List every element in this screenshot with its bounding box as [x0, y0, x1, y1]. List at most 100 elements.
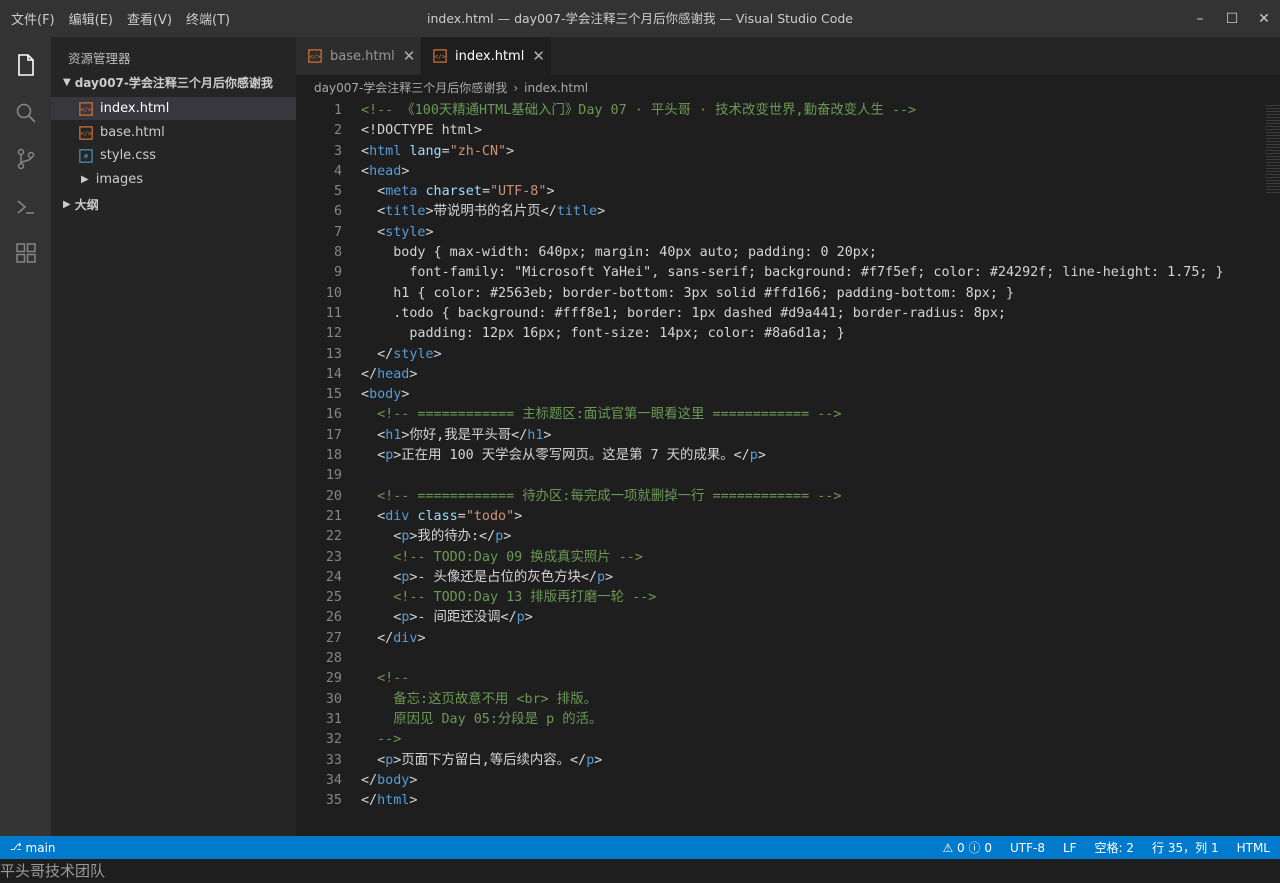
- file-item-base[interactable]: </> base.html: [51, 121, 296, 144]
- minimap[interactable]: [1266, 105, 1280, 195]
- breadcrumb-folder[interactable]: day007-学会注释三个月后你感谢我: [314, 79, 507, 96]
- code-token: <: [361, 143, 370, 159]
- code-editor[interactable]: day007-学会注释三个月后你感谢我 › index.html 1 <!-- 《…: [296, 75, 1280, 836]
- close-icon[interactable]: ✕: [403, 47, 416, 65]
- line-number: 19: [325, 468, 342, 484]
- code-token: 原因见 Day 05:分段是 p 的活。: [361, 711, 603, 727]
- code-token: <!-- 《100天精通HTML基础入门》Day 07 · 平头哥 · 技术改变…: [361, 103, 917, 118]
- code-token: -->: [361, 732, 402, 748]
- line-number: 26: [325, 610, 342, 626]
- problems-indicator[interactable]: ⚠ 0 ⓘ 0: [942, 839, 991, 856]
- line-text: <meta charset="UTF-8">: [361, 182, 554, 202]
- line-text: <p>正在用 100 天学会从零写网页。这是第 7 天的成果。</p>: [361, 446, 766, 466]
- code-token: h1 { color: #2563eb; border-bottom: 3px …: [361, 285, 1015, 301]
- cursor-position[interactable]: 行 35，列 1: [1152, 839, 1219, 856]
- code-token: >: [543, 427, 552, 443]
- svg-text:#: #: [84, 152, 89, 160]
- close-icon[interactable]: ✕: [532, 47, 545, 65]
- line-number: 9: [333, 265, 342, 281]
- tab-index-html[interactable]: </> index.html ✕: [421, 37, 551, 75]
- editor-tabs: </> base.html ✕ </> index.html ✕: [296, 37, 1280, 75]
- code-token: >: [401, 387, 410, 403]
- line-number: 12: [325, 326, 342, 342]
- encoding-indicator[interactable]: UTF-8: [1010, 841, 1045, 855]
- indent-indicator[interactable]: 空格: 2: [1095, 839, 1135, 856]
- folder-item-images[interactable]: ▶ images: [51, 168, 296, 191]
- code-token: >: [524, 610, 533, 626]
- code-token: meta: [385, 184, 418, 200]
- code-token: head: [377, 366, 410, 382]
- source-control-icon[interactable]: [0, 136, 51, 182]
- code-token: >: [417, 630, 426, 646]
- code-token: <: [361, 752, 386, 768]
- tab-base-html[interactable]: </> base.html ✕: [296, 37, 420, 75]
- line-number: 30: [325, 691, 342, 707]
- code-token: <: [361, 184, 386, 200]
- line-number: 14: [325, 366, 342, 382]
- line-text: <!-- 《100天精通HTML基础入门》Day 07 · 平头哥 · 技术改变…: [361, 101, 916, 121]
- line-number: 1: [333, 103, 342, 118]
- line-number: 22: [325, 529, 342, 545]
- title-bar: 文件(F) 编辑(E) 查看(V) 终端(T) index.html — day…: [0, 0, 1280, 37]
- branch-name[interactable]: main: [26, 841, 56, 855]
- outline-section[interactable]: ▶ 大纲: [51, 193, 296, 216]
- svg-text:</>: </>: [309, 54, 320, 61]
- code-token: >: [503, 529, 512, 545]
- line-number: 5: [333, 184, 342, 200]
- code-token: body: [377, 772, 410, 788]
- svg-text:</>: </>: [434, 54, 445, 61]
- line-number: 29: [325, 671, 342, 687]
- line-number: 7: [333, 224, 342, 240]
- code-token: style: [393, 346, 434, 362]
- eol-indicator[interactable]: LF: [1063, 841, 1077, 855]
- line-number: 13: [325, 346, 342, 362]
- line-number: 33: [325, 752, 342, 768]
- line-text: </html>: [361, 791, 417, 811]
- tab-label: base.html: [330, 48, 395, 64]
- line-text: <h1>你好,我是平头哥</h1>: [361, 426, 551, 446]
- file-item-index[interactable]: </> index.html: [51, 97, 296, 120]
- language-mode[interactable]: HTML: [1237, 841, 1270, 855]
- line-number: 20: [325, 488, 342, 504]
- code-token: >: [433, 346, 442, 362]
- code-token: >: [757, 448, 766, 464]
- line-number: 23: [325, 549, 342, 565]
- line-number: 17: [325, 427, 342, 443]
- code-token: p: [516, 610, 525, 626]
- html-file-icon: </>: [433, 49, 447, 63]
- close-window-button[interactable]: ✕: [1248, 0, 1280, 37]
- search-icon[interactable]: [0, 90, 51, 136]
- folder-root[interactable]: ▼ day007-学会注释三个月后你感谢我: [51, 71, 296, 94]
- code-token: body: [369, 387, 402, 403]
- code-token: >: [401, 163, 410, 179]
- code-token: div: [393, 630, 418, 646]
- line-text: <!-- TODO:Day 09 换成真实照片 -->: [361, 548, 643, 568]
- line-number: 25: [325, 590, 342, 606]
- line-text: 备忘:这页故意不用 <br> 排版。: [361, 690, 597, 710]
- extensions-icon[interactable]: [0, 230, 51, 276]
- chevron-right-icon: ▶: [81, 174, 89, 185]
- code-token: >正在用 100 天学会从零写网页。这是第 7 天的成果。</: [393, 448, 750, 464]
- file-item-style[interactable]: # style.css: [51, 144, 296, 167]
- code-token: <: [361, 427, 386, 443]
- svg-text:</>: </>: [80, 130, 91, 137]
- line-number: 4: [333, 163, 342, 179]
- chevron-down-icon: ▼: [63, 77, 71, 88]
- terminal-icon[interactable]: [0, 184, 51, 230]
- code-token: charset: [425, 184, 482, 200]
- explorer-icon[interactable]: [0, 42, 51, 88]
- line-number: 35: [325, 793, 342, 809]
- code-token: h1: [527, 427, 544, 443]
- line-number: 34: [325, 772, 342, 788]
- code-token: =: [441, 143, 450, 159]
- maximize-button[interactable]: ☐: [1216, 0, 1248, 37]
- code-token: >: [594, 752, 603, 768]
- minimize-button[interactable]: –: [1184, 0, 1216, 37]
- line-text: font-family: "Microsoft YaHei", sans-ser…: [361, 263, 1223, 283]
- breadcrumb-file[interactable]: index.html: [524, 81, 588, 95]
- file-name: style.css: [100, 148, 156, 163]
- outline-title: 大纲: [74, 198, 99, 212]
- code-token: <: [361, 204, 386, 220]
- code-token: class: [417, 508, 458, 524]
- code-token: <: [361, 610, 402, 626]
